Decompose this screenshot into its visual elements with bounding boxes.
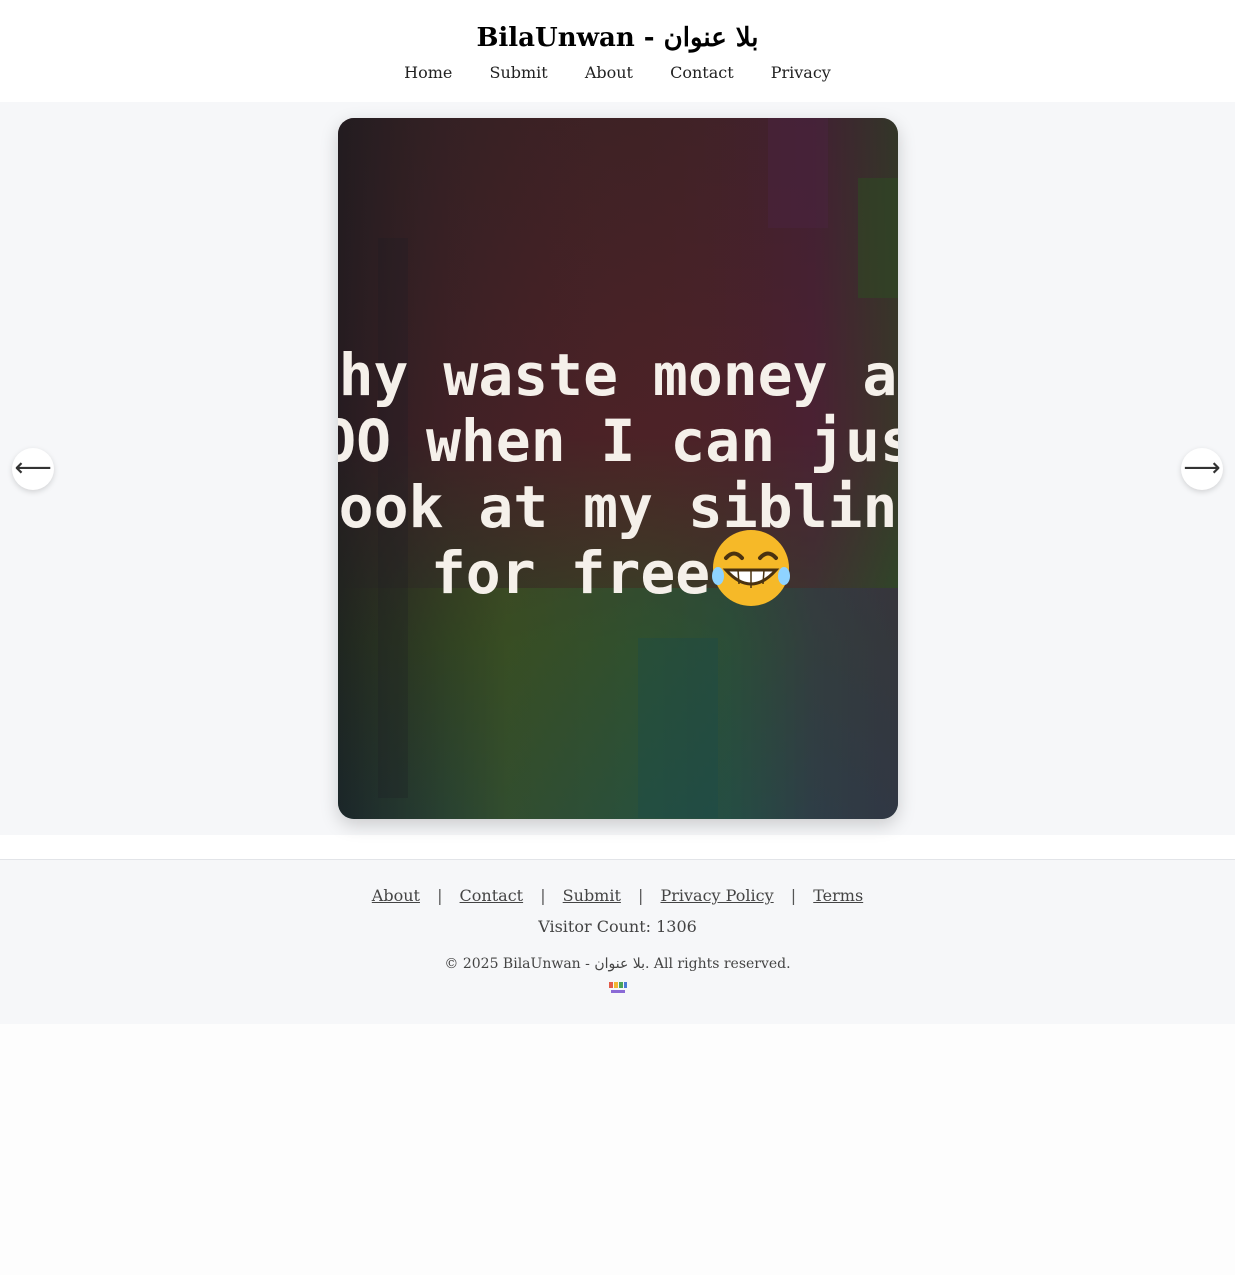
image-viewer: ⟵ hy waste money a OO when I can jus ook… (0, 102, 1235, 835)
footer-link-submit[interactable]: Submit (563, 886, 621, 905)
nav-privacy[interactable]: Privacy (771, 62, 831, 84)
site-title[interactable]: BilaUnwan - بلا عنوان (0, 20, 1235, 56)
nav-contact[interactable]: Contact (670, 62, 734, 84)
footer-link-terms[interactable]: Terms (813, 886, 863, 905)
section-spacer (0, 835, 1235, 859)
footer-separator: | (638, 886, 644, 905)
footer-link-about[interactable]: About (372, 886, 420, 905)
footer-link-privacy-policy[interactable]: Privacy Policy (660, 886, 773, 905)
visitor-count: Visitor Count: 1306 (538, 917, 697, 936)
site-header: BilaUnwan - بلا عنوان Home Submit About … (0, 0, 1235, 102)
next-arrow-button[interactable]: ⟶ (1181, 448, 1223, 490)
meme-image-graphic: hy waste money a OO when I can jus look … (338, 118, 898, 819)
site-footer: About | Contact | Submit | Privacy Polic… (0, 859, 1235, 1024)
main-nav: Home Submit About Contact Privacy (0, 62, 1235, 84)
footer-links: About | Contact | Submit | Privacy Polic… (0, 884, 1235, 908)
footer-separator: | (540, 886, 546, 905)
site-logo-icon[interactable] (608, 980, 628, 999)
nav-home[interactable]: Home (404, 62, 452, 84)
meme-text-line-1: hy waste money a (339, 341, 898, 409)
meme-image: hy waste money a OO when I can jus look … (338, 118, 898, 819)
nav-submit[interactable]: Submit (489, 62, 547, 84)
meme-text-line-2: OO when I can jus (338, 407, 898, 475)
meme-text-line-3: look at my sibling (338, 473, 898, 541)
site-logo-graphic (608, 982, 627, 993)
footer-separator: | (790, 886, 797, 905)
footer-link-contact[interactable]: Contact (460, 886, 524, 905)
footer-separator: | (437, 886, 443, 905)
nav-about[interactable]: About (585, 62, 633, 84)
meme-text-line-4: for free. (431, 539, 745, 607)
previous-arrow-button[interactable]: ⟵ (12, 448, 54, 490)
copyright-text: © 2025 BilaUnwan - بلا عنوان. All rights… (444, 956, 791, 972)
